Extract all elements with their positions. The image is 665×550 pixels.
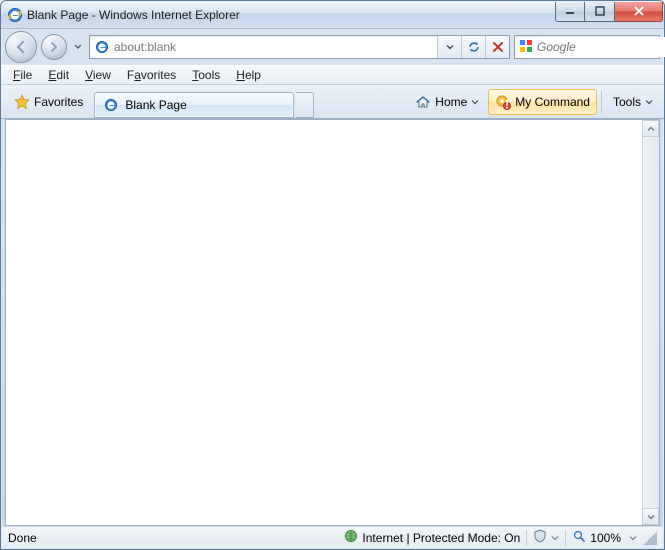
chevron-down-icon — [551, 534, 559, 542]
refresh-icon — [467, 40, 481, 54]
search-input[interactable] — [537, 37, 665, 57]
maximize-button[interactable] — [585, 2, 615, 22]
arrow-right-icon — [48, 41, 60, 53]
home-icon — [415, 94, 431, 110]
menu-edit[interactable]: Edit — [40, 67, 77, 83]
home-button[interactable]: Home — [408, 89, 486, 115]
menu-file[interactable]: File — [5, 67, 40, 83]
shield-icon — [533, 529, 547, 546]
my-command-button[interactable]: ! My Command — [488, 89, 597, 115]
home-label: Home — [435, 95, 467, 109]
address-input[interactable] — [114, 37, 437, 57]
address-dropdown[interactable] — [437, 36, 461, 58]
tools-label: Tools — [613, 95, 641, 109]
chevron-down-icon — [647, 513, 655, 521]
separator — [601, 91, 602, 113]
refresh-button[interactable] — [461, 36, 485, 58]
menu-view[interactable]: View — [77, 67, 119, 83]
menu-bar: File Edit View Favorites Tools Help — [1, 65, 664, 85]
favorites-label: Favorites — [34, 95, 83, 109]
globe-icon — [344, 529, 358, 546]
ie-icon — [7, 7, 23, 23]
zoom-text: 100% — [590, 531, 621, 545]
menu-favorites[interactable]: Favorites — [119, 67, 184, 83]
tab-active[interactable]: Blank Page — [94, 92, 294, 118]
zone-text: Internet | Protected Mode: On — [362, 531, 520, 545]
new-tab-button[interactable] — [296, 92, 314, 118]
menu-help[interactable]: Help — [228, 67, 269, 83]
status-text: Done — [8, 531, 37, 545]
chevron-up-icon — [647, 125, 655, 133]
stop-icon — [492, 41, 504, 53]
vertical-scrollbar[interactable] — [642, 120, 659, 525]
title-bar[interactable]: Blank Page - Windows Internet Explorer — [1, 1, 664, 29]
status-zone[interactable]: Internet | Protected Mode: On — [344, 527, 520, 548]
my-command-label: My Command — [515, 95, 590, 109]
chevron-down-icon — [471, 98, 479, 106]
minimize-button[interactable] — [555, 2, 585, 22]
ie-page-icon — [103, 97, 119, 113]
chevron-down-icon — [645, 98, 653, 106]
menu-tools[interactable]: Tools — [184, 67, 228, 83]
forward-button[interactable] — [41, 34, 67, 60]
tools-button[interactable]: Tools — [606, 89, 660, 115]
command-bar: Favorites Blank Page Home — [1, 85, 664, 119]
status-bar: Done Internet | Protected Mode: On — [2, 526, 663, 548]
arrow-left-icon — [13, 39, 29, 55]
search-box[interactable] — [514, 35, 660, 59]
chevron-down-icon — [74, 43, 82, 51]
resize-grip[interactable] — [643, 531, 657, 545]
window-frame: Blank Page - Windows Internet Explorer — [0, 0, 665, 550]
nav-bar — [1, 29, 664, 65]
window-controls — [555, 2, 663, 22]
content-area — [5, 119, 660, 526]
status-divider — [526, 530, 527, 546]
zoom-control[interactable]: 100% — [572, 527, 637, 548]
status-security[interactable] — [533, 527, 559, 548]
gear-alert-icon: ! — [495, 94, 511, 110]
scroll-down-button[interactable] — [642, 508, 659, 525]
star-icon — [14, 94, 30, 110]
stop-button[interactable] — [485, 36, 509, 58]
magnifier-icon — [572, 529, 586, 546]
favorites-button[interactable]: Favorites — [5, 89, 92, 115]
address-bar[interactable] — [89, 35, 510, 59]
scroll-up-button[interactable] — [642, 120, 659, 137]
tab-label: Blank Page — [125, 98, 186, 112]
chevron-down-icon — [629, 534, 637, 542]
chevron-down-icon — [446, 43, 454, 51]
back-button[interactable] — [5, 31, 37, 63]
google-icon — [519, 39, 533, 55]
window-title: Blank Page - Windows Internet Explorer — [27, 8, 555, 22]
page-icon — [94, 39, 110, 55]
close-button[interactable] — [615, 2, 663, 22]
svg-text:!: ! — [505, 97, 509, 110]
status-divider — [565, 530, 566, 546]
home-dropdown[interactable] — [471, 98, 479, 106]
nav-history-dropdown[interactable] — [71, 31, 85, 63]
status-left: Done — [8, 527, 37, 548]
